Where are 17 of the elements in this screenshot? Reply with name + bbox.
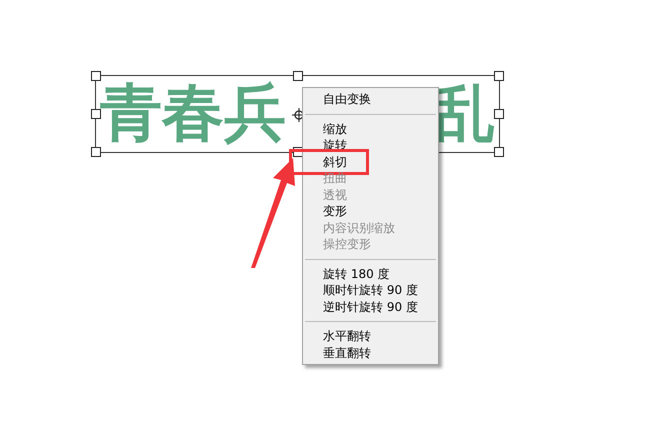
- menu-item[interactable]: 垂直翻转: [323, 346, 371, 360]
- canvas-text: 青春兵: [100, 83, 286, 145]
- transform-handle[interactable]: [91, 109, 101, 119]
- menu-item[interactable]: 缩放: [323, 122, 347, 136]
- transform-handle[interactable]: [91, 71, 101, 81]
- menu-item[interactable]: 斜切: [323, 154, 347, 168]
- transform-handle[interactable]: [494, 109, 504, 119]
- transform-handle[interactable]: [494, 71, 504, 81]
- transform-handle[interactable]: [91, 147, 101, 157]
- menu-item[interactable]: 顺时针旋转 90 度: [323, 283, 418, 297]
- transform-handle[interactable]: [494, 147, 504, 157]
- menu-item[interactable]: 旋转 180 度: [323, 266, 390, 280]
- menu-item[interactable]: 自由变换: [323, 92, 371, 106]
- transform-handle[interactable]: [292, 71, 302, 81]
- menu-item[interactable]: 逆时针旋转 90 度: [323, 300, 418, 314]
- menu-item[interactable]: 变形: [323, 204, 347, 218]
- menu-item[interactable]: 水平翻转: [323, 329, 371, 343]
